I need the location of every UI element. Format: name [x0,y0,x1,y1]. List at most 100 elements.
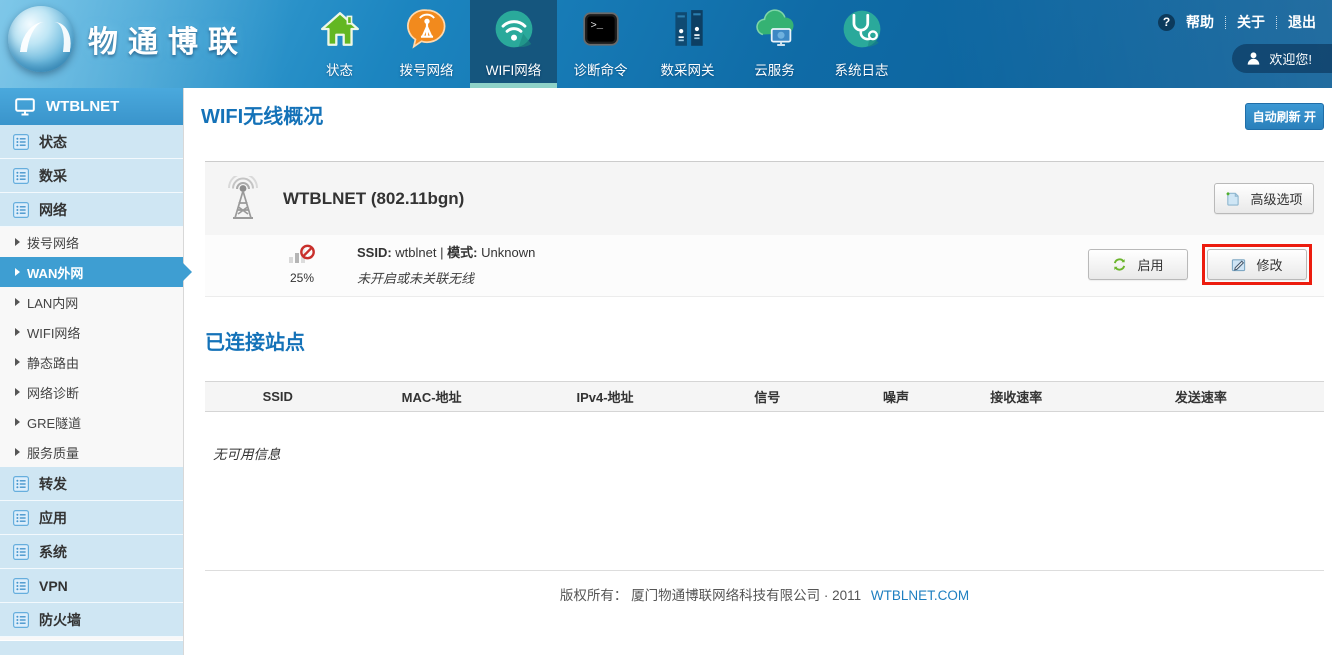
sidebar-item-wan[interactable]: WAN外网 [0,257,183,287]
sidebar-item-firewall[interactable]: 防火墙 [0,603,183,637]
nav-item-system-log[interactable]: 系统日志 [818,0,905,88]
nav-item-dial-network[interactable]: 拨号网络 [383,0,470,88]
sidebar-item-lan[interactable]: LAN内网 [0,287,183,317]
enable-refresh-icon [1112,257,1127,272]
nav-item-status[interactable]: 状态 [296,0,383,88]
sidebar-item-label: GRE隧道 [27,413,81,432]
sidebar-item-status[interactable]: 状态 [0,125,183,159]
cloud-icon [751,5,799,53]
enable-label: 启用 [1137,255,1163,274]
sidebar-item-wifi[interactable]: WIFI网络 [0,317,183,347]
signal-percent: 25% [279,271,325,285]
list-icon [13,202,29,218]
copyright-text: 版权所有： 厦门物通博联网络科技有限公司 · 2011 [560,588,861,603]
caret-icon [15,238,20,246]
column-header-tx-rate: 发送速率 [1078,387,1324,406]
modify-button[interactable]: 修改 [1207,249,1307,280]
ssid-label: SSID: [357,245,392,260]
sidebar-item-system[interactable]: 系统 [0,535,183,569]
signal-block: 25% [279,244,325,285]
footer-link[interactable]: WTBLNET.COM [871,588,969,603]
nav-label: 状态 [326,59,353,79]
nav-item-diagnostic-command[interactable]: >_ 诊断命令 [557,0,644,88]
sidebar-item-label: 拨号网络 [27,233,79,252]
caret-icon [15,328,20,336]
list-icon [13,510,29,526]
nav-item-data-gateway[interactable]: 数采网关 [644,0,731,88]
caret-icon [15,358,20,366]
main-content: WIFI无线概况 自动刷新 开 WTBLNET (802.11bgn) 高级选项 [185,88,1332,655]
sidebar-item-data-acquisition[interactable]: 数采 [0,159,183,193]
sidebar: WTBLNET 状态 数采 网络 拨号网络 WAN外网 LAN内网 WIF [0,88,184,655]
top-nav: 状态 拨号网络 WIFI网络 >_ 诊断命令 [296,0,905,88]
logo-text: 物通博联 [88,17,248,61]
sidebar-item-forwarding[interactable]: 转发 [0,467,183,501]
sidebar-item-label: 防火墙 [39,610,81,630]
sidebar-item-gre-tunnel[interactable]: GRE隧道 [0,407,183,437]
ssid-info: SSID: wtblnet | 模式: Unknown 未开启或未关联无线 [357,242,535,287]
link-separator [1276,16,1277,29]
sidebar-item-label: 应用 [39,508,67,528]
mode-label: 模式: [447,245,477,260]
sidebar-item-label: WIFI网络 [27,323,80,342]
welcome-text: 欢迎您! [1269,49,1312,68]
sidebar-item-network[interactable]: 网络 [0,193,183,227]
wifi-actions: 启用 修改 [1088,244,1312,285]
sidebar-item-application[interactable]: 应用 [0,501,183,535]
nav-item-cloud-service[interactable]: 云服务 [731,0,818,88]
sidebar-item-vpn[interactable]: VPN [0,569,183,603]
caret-icon [15,448,20,456]
sidebar-item-label: 状态 [39,132,67,152]
list-icon [13,578,29,594]
modify-label: 修改 [1256,255,1282,274]
list-icon [13,134,29,150]
highlight-box: 修改 [1202,244,1312,285]
advanced-options-icon [1225,191,1240,206]
help-link[interactable]: 帮助 [1186,12,1214,32]
sidebar-item-label: 转发 [39,474,67,494]
header-links: ? 帮助 关于 退出 [1158,12,1316,32]
welcome-badge: 欢迎您! [1232,44,1332,73]
edit-pencil-icon [1231,257,1246,272]
caret-icon [15,388,20,396]
enable-button[interactable]: 启用 [1088,249,1188,280]
mode-value: Unknown [481,245,535,260]
table-header-row: SSID MAC-地址 IPv4-地址 信号 噪声 接收速率 发送速率 [205,381,1324,412]
logout-link[interactable]: 退出 [1288,12,1316,32]
list-icon [13,544,29,560]
link-separator [1225,16,1226,29]
advanced-options-button[interactable]: 高级选项 [1214,183,1314,214]
main-header: WIFI无线概况 自动刷新 开 [185,88,1332,130]
user-icon [1246,51,1261,66]
connected-stations-title: 已连接站点 [205,326,1316,355]
sidebar-item-label: LAN内网 [27,293,78,312]
nav-item-wifi-network[interactable]: WIFI网络 [470,0,557,88]
caret-icon [15,268,20,276]
sidebar-item-static-route[interactable]: 静态路由 [0,347,183,377]
gateway-icon [664,5,712,53]
empty-table-message: 无可用信息 [205,412,1324,463]
wifi-overview-card: WTBLNET (802.11bgn) 高级选项 25% [205,161,1324,297]
wifi-status-text: 未开启或未关联无线 [357,268,535,287]
wifi-icon [490,5,538,53]
advanced-options-label: 高级选项 [1250,189,1302,208]
column-header-signal: 信号 [697,387,837,406]
sidebar-item-dial-network[interactable]: 拨号网络 [0,227,183,257]
sidebar-item-network-diagnosis[interactable]: 网络诊断 [0,377,183,407]
auto-refresh-toggle[interactable]: 自动刷新 开 [1245,103,1324,130]
antenna-icon [223,176,263,222]
caret-icon [15,298,20,306]
column-header-rx-rate: 接收速率 [955,387,1078,406]
sidebar-item-label: 系统 [39,542,67,562]
nav-label: 系统日志 [835,59,889,79]
sidebar-item-label: 网络诊断 [27,383,79,402]
connected-stations-table: SSID MAC-地址 IPv4-地址 信号 噪声 接收速率 发送速率 无可用信… [205,381,1324,463]
list-icon [13,476,29,492]
help-icon: ? [1158,14,1175,31]
sidebar-item-qos[interactable]: 服务质量 [0,437,183,467]
brand-logo: 物通博联 [8,6,248,72]
wifi-card-title: WTBLNET (802.11bgn) [283,189,1214,209]
about-link[interactable]: 关于 [1237,12,1265,32]
dial-network-icon [403,5,451,53]
logo-sphere-icon [8,6,74,72]
